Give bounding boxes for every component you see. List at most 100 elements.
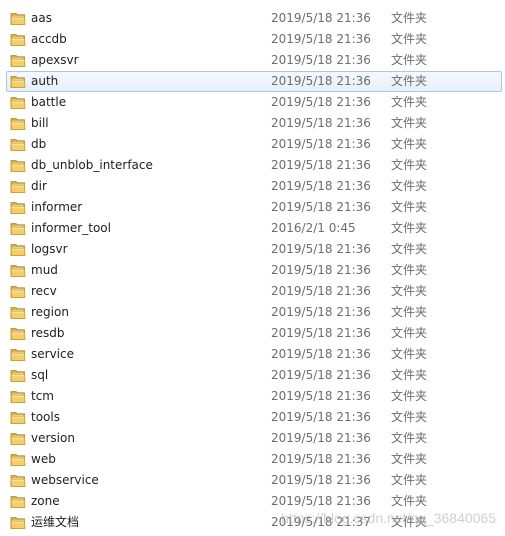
file-name: db (31, 137, 47, 151)
file-type: 文件夹 (391, 305, 428, 319)
file-row[interactable]: bill 2019/5/18 21:36 文件夹 (0, 113, 505, 134)
folder-icon (10, 389, 26, 404)
file-type: 文件夹 (391, 452, 428, 466)
file-row[interactable]: mud 2019/5/18 21:36 文件夹 (0, 260, 505, 281)
file-row[interactable]: service 2019/5/18 21:36 文件夹 (0, 344, 505, 365)
file-type: 文件夹 (391, 116, 428, 130)
file-type: 文件夹 (391, 95, 428, 109)
folder-icon (10, 410, 26, 425)
file-row[interactable]: version 2019/5/18 21:36 文件夹 (0, 428, 505, 449)
file-row[interactable]: informer_tool 2016/2/1 0:45 文件夹 (0, 218, 505, 239)
file-type: 文件夹 (391, 158, 428, 172)
file-row[interactable]: accdb 2019/5/18 21:36 文件夹 (0, 29, 505, 50)
file-name: db_unblob_interface (31, 158, 153, 172)
file-date: 2019/5/18 21:36 (271, 263, 371, 277)
folder-icon (10, 74, 26, 89)
file-date: 2019/5/18 21:36 (271, 305, 371, 319)
file-name: aas (31, 11, 52, 25)
folder-icon (10, 200, 26, 215)
file-type: 文件夹 (391, 473, 428, 487)
file-date: 2016/2/1 0:45 (271, 221, 356, 235)
file-row[interactable]: battle 2019/5/18 21:36 文件夹 (0, 92, 505, 113)
folder-icon (10, 284, 26, 299)
folder-icon (10, 95, 26, 110)
file-name: apexsvr (31, 53, 79, 67)
file-date: 2019/5/18 21:36 (271, 494, 371, 508)
file-name: service (31, 347, 74, 361)
file-name: dir (31, 179, 47, 193)
file-date: 2019/5/18 21:36 (271, 32, 371, 46)
file-name: web (31, 452, 56, 466)
file-list: aas 2019/5/18 21:36 文件夹 accdb 2019/5/18 21:… (0, 8, 505, 533)
file-date: 2019/5/18 21:36 (271, 137, 371, 151)
file-type: 文件夹 (391, 221, 428, 235)
file-date: 2019/5/18 21:36 (271, 179, 371, 193)
file-row[interactable]: db 2019/5/18 21:36 文件夹 (0, 134, 505, 155)
folder-icon (10, 116, 26, 131)
file-type: 文件夹 (391, 326, 428, 340)
file-row[interactable]: web 2019/5/18 21:36 文件夹 (0, 449, 505, 470)
file-type: 文件夹 (391, 179, 428, 193)
file-date: 2019/5/18 21:36 (271, 95, 371, 109)
file-name: informer (31, 200, 83, 214)
file-type: 文件夹 (391, 494, 428, 508)
folder-icon (10, 347, 26, 362)
file-type: 文件夹 (391, 431, 428, 445)
file-name: auth (31, 74, 59, 88)
file-row[interactable]: informer 2019/5/18 21:36 文件夹 (0, 197, 505, 218)
file-type: 文件夹 (391, 263, 428, 277)
folder-icon (10, 263, 26, 278)
file-date: 2019/5/18 21:36 (271, 74, 371, 88)
file-row[interactable]: 运维文档 2019/5/18 21:37 文件夹 (0, 512, 505, 533)
file-date: 2019/5/18 21:36 (271, 410, 371, 424)
file-row[interactable]: tcm 2019/5/18 21:36 文件夹 (0, 386, 505, 407)
file-row[interactable]: recv 2019/5/18 21:36 文件夹 (0, 281, 505, 302)
file-name: bill (31, 116, 49, 130)
folder-icon (10, 11, 26, 26)
file-row[interactable]: webservice 2019/5/18 21:36 文件夹 (0, 470, 505, 491)
file-date: 2019/5/18 21:36 (271, 389, 371, 403)
file-date: 2019/5/18 21:36 (271, 452, 371, 466)
file-type: 文件夹 (391, 389, 428, 403)
file-date: 2019/5/18 21:36 (271, 53, 371, 67)
file-name: webservice (31, 473, 99, 487)
file-date: 2019/5/18 21:36 (271, 368, 371, 382)
file-row[interactable]: tools 2019/5/18 21:36 文件夹 (0, 407, 505, 428)
file-row[interactable]: region 2019/5/18 21:36 文件夹 (0, 302, 505, 323)
folder-icon (10, 179, 26, 194)
file-name: recv (31, 284, 57, 298)
file-date: 2019/5/18 21:36 (271, 242, 371, 256)
folder-icon (10, 515, 26, 530)
file-type: 文件夹 (391, 515, 428, 529)
folder-icon (10, 368, 26, 383)
file-row[interactable]: sql 2019/5/18 21:36 文件夹 (0, 365, 505, 386)
file-type: 文件夹 (391, 200, 428, 214)
file-row[interactable]: aas 2019/5/18 21:36 文件夹 (0, 8, 505, 29)
folder-icon (10, 473, 26, 488)
file-name: logsvr (31, 242, 68, 256)
file-type: 文件夹 (391, 32, 428, 46)
selection-highlight (6, 71, 502, 92)
file-row[interactable]: resdb 2019/5/18 21:36 文件夹 (0, 323, 505, 344)
file-date: 2019/5/18 21:36 (271, 200, 371, 214)
file-date: 2019/5/18 21:36 (271, 473, 371, 487)
folder-icon (10, 452, 26, 467)
file-type: 文件夹 (391, 74, 428, 88)
file-row[interactable]: zone 2019/5/18 21:36 文件夹 (0, 491, 505, 512)
file-type: 文件夹 (391, 137, 428, 151)
file-type: 文件夹 (391, 347, 428, 361)
file-row[interactable]: apexsvr 2019/5/18 21:36 文件夹 (0, 50, 505, 71)
file-row[interactable]: db_unblob_interface 2019/5/18 21:36 文件夹 (0, 155, 505, 176)
file-row[interactable]: logsvr 2019/5/18 21:36 文件夹 (0, 239, 505, 260)
file-row-selected[interactable]: auth 2019/5/18 21:36 文件夹 (0, 71, 505, 92)
file-name: accdb (31, 32, 67, 46)
folder-icon (10, 494, 26, 509)
file-type: 文件夹 (391, 410, 428, 424)
file-type: 文件夹 (391, 284, 428, 298)
folder-icon (10, 158, 26, 173)
file-name: region (31, 305, 69, 319)
folder-icon (10, 32, 26, 47)
file-type: 文件夹 (391, 11, 428, 25)
file-row[interactable]: dir 2019/5/18 21:36 文件夹 (0, 176, 505, 197)
folder-icon (10, 326, 26, 341)
